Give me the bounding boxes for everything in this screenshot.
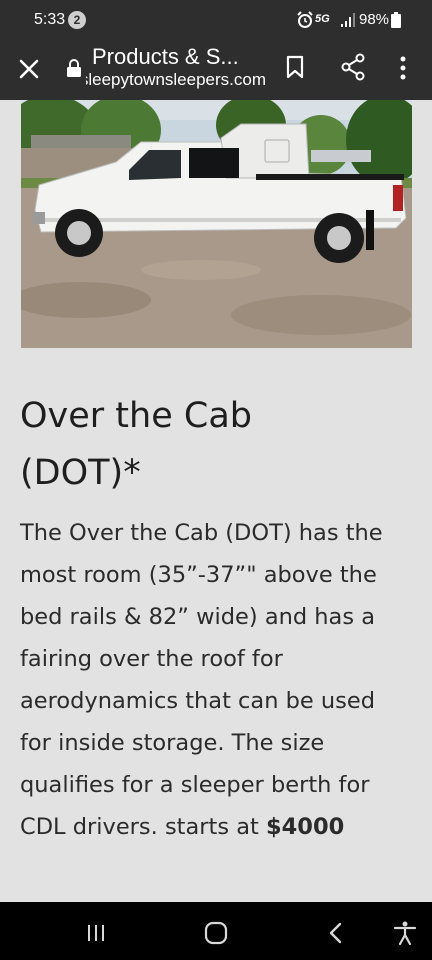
body-line: The Over the Cab (DOT) has the — [20, 520, 383, 546]
bookmark-icon[interactable] — [283, 54, 307, 80]
recent-apps-icon[interactable] — [83, 920, 109, 946]
price-value: $4000 — [265, 814, 345, 840]
lock-icon — [67, 59, 81, 77]
close-icon[interactable] — [16, 56, 42, 82]
page-title[interactable]: Products & S... — [92, 44, 239, 70]
browser-toolbar: Products & S... sleepytownsleepers.com — [0, 40, 432, 100]
home-icon[interactable] — [203, 920, 229, 946]
body-line: bed rails & 82” wide) and has a — [20, 604, 376, 630]
status-bar: 5:33 2 5G 98% — [0, 0, 432, 40]
product-description: Over the Cab (DOT)* The Over the Cab (DO… — [20, 388, 420, 848]
share-icon[interactable] — [340, 53, 366, 81]
page-url[interactable]: sleepytownsleepers.com — [86, 70, 266, 90]
notification-count-badge: 2 — [68, 11, 86, 29]
body-last-prefix: CDL drivers. starts at — [20, 814, 266, 840]
alarm-icon — [297, 11, 313, 28]
battery-icon — [391, 12, 401, 28]
heading-line-2: (DOT)* — [20, 453, 141, 493]
body-line-last: CDL drivers. starts at $4000 — [20, 806, 420, 848]
truck-photo — [21, 100, 412, 348]
status-time: 5:33 — [34, 11, 66, 28]
body-line: most room (35”-37”" above the — [20, 562, 377, 588]
navigation-bar — [0, 902, 432, 960]
product-body-text: The Over the Cab (DOT) has the most room… — [20, 512, 420, 848]
heading-line-1: Over the Cab — [20, 396, 252, 436]
body-line: fairing over the roof for — [20, 646, 283, 672]
body-line: aerodynamics that can be used — [20, 688, 376, 714]
network-type: 5G — [315, 13, 330, 25]
more-vert-icon[interactable] — [396, 54, 410, 82]
product-heading: Over the Cab (DOT)* — [20, 388, 420, 502]
body-line: qualifies for a sleeper berth for — [20, 772, 370, 798]
accessibility-icon[interactable] — [392, 920, 418, 946]
back-icon[interactable] — [324, 920, 350, 946]
body-line: for inside storage. The size — [20, 730, 325, 756]
battery-percent: 98% — [359, 11, 390, 28]
signal-icon — [341, 13, 355, 27]
